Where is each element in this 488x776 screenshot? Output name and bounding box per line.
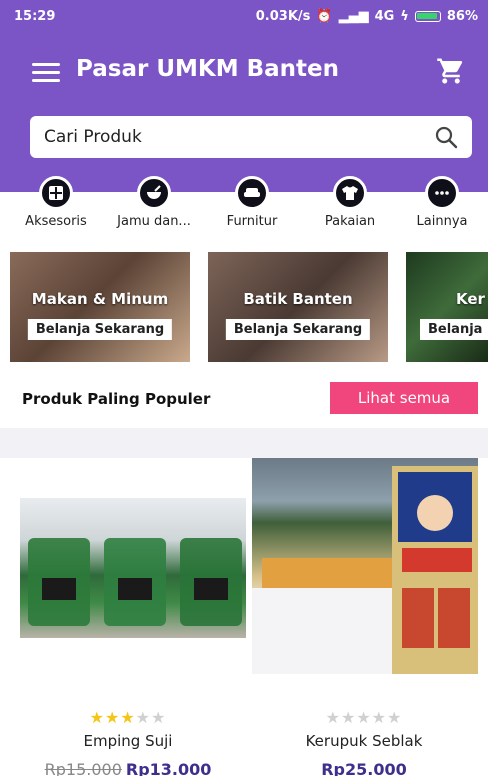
current-price: Rp25.000 bbox=[321, 760, 407, 776]
product-card[interactable]: ★★★★★ Kerupuk Seblak Rp25.000 bbox=[246, 458, 482, 776]
category-aksesoris[interactable]: Aksesoris bbox=[8, 176, 104, 229]
app-bar: Pasar UMKM Banten bbox=[0, 34, 488, 110]
banner-title: Makan & Minum bbox=[31, 290, 169, 308]
rating-stars: ★★★★★ bbox=[325, 708, 403, 727]
search-area bbox=[0, 110, 488, 168]
rating-stars: ★★★★★ bbox=[89, 708, 167, 727]
banner-makan-minum[interactable]: Makan & Minum Belanja Sekarang bbox=[10, 252, 190, 362]
alarm-icon: ⏰ bbox=[316, 9, 333, 24]
sofa-icon bbox=[235, 176, 269, 210]
network-speed: 0.03K/s bbox=[255, 9, 311, 24]
search-box bbox=[30, 116, 472, 158]
category-label: Pakaian bbox=[324, 214, 376, 229]
banner-shop-button[interactable]: Belanja Sekarang bbox=[225, 319, 371, 340]
menu-icon[interactable] bbox=[32, 63, 60, 83]
category-label: Aksesoris bbox=[25, 214, 87, 229]
app-title: Pasar UMKM Banten bbox=[76, 56, 339, 82]
banner-batik-banten[interactable]: Batik Banten Belanja Sekarang bbox=[208, 252, 388, 362]
product-card[interactable]: ★★★★★ Emping Suji Rp15.000 Rp13.000 bbox=[10, 458, 246, 776]
bowl-icon bbox=[137, 176, 171, 210]
section-divider bbox=[0, 428, 488, 458]
more-icon bbox=[425, 176, 459, 210]
product-price: Rp15.000 Rp13.000 bbox=[10, 760, 246, 776]
network-type: 4G bbox=[374, 9, 395, 24]
product-name: Kerupuk Seblak bbox=[305, 732, 423, 750]
banner-title: Batik Banten bbox=[243, 290, 353, 308]
promo-banners: Makan & Minum Belanja Sekarang Batik Ban… bbox=[0, 252, 488, 362]
banner-partial[interactable]: Ker Belanja bbox=[406, 252, 488, 362]
search-input[interactable] bbox=[44, 116, 414, 158]
shirt-icon bbox=[333, 176, 367, 210]
category-label: Lainnya bbox=[416, 214, 468, 229]
status-time: 15:29 bbox=[14, 9, 56, 24]
banner-shop-button[interactable]: Belanja Sekarang bbox=[27, 319, 173, 340]
category-lainnya[interactable]: Lainnya bbox=[394, 176, 488, 229]
category-jamu[interactable]: Jamu dan... bbox=[106, 176, 202, 229]
grid-icon bbox=[39, 176, 73, 210]
see-all-button[interactable]: Lihat semua bbox=[330, 382, 478, 414]
signal-icon: ▂▄▆ bbox=[338, 9, 369, 24]
category-pakaian[interactable]: Pakaian bbox=[302, 176, 398, 229]
status-bar: 15:29 0.03K/s ⏰ ▂▄▆ 4G ϟ 86% bbox=[0, 0, 488, 34]
popular-section-header: Produk Paling Populer Lihat semua bbox=[0, 370, 488, 428]
category-label: Jamu dan... bbox=[117, 214, 191, 229]
category-row: Aksesoris Jamu dan... Furnitur Pakaian L… bbox=[0, 176, 488, 238]
product-image bbox=[252, 458, 478, 674]
section-title: Produk Paling Populer bbox=[22, 390, 211, 408]
battery-level: 86% bbox=[446, 9, 478, 24]
status-indicators: 0.03K/s ⏰ ▂▄▆ 4G ϟ 86% bbox=[256, 9, 478, 24]
banner-shop-button[interactable]: Belanja bbox=[420, 319, 488, 340]
category-furnitur[interactable]: Furnitur bbox=[204, 176, 300, 229]
cart-icon[interactable] bbox=[434, 56, 468, 86]
banner-title: Ker bbox=[456, 290, 485, 308]
current-price: Rp13.000 bbox=[125, 760, 212, 776]
battery-icon bbox=[414, 11, 441, 22]
product-image bbox=[20, 498, 246, 638]
search-icon[interactable] bbox=[434, 125, 458, 149]
product-price: Rp25.000 bbox=[246, 760, 482, 776]
category-label: Furnitur bbox=[226, 214, 278, 229]
product-grid: ★★★★★ Emping Suji Rp15.000 Rp13.000 ★★★★★… bbox=[10, 458, 488, 776]
old-price: Rp15.000 bbox=[44, 760, 122, 776]
product-name: Emping Suji bbox=[83, 732, 173, 750]
charging-icon: ϟ bbox=[400, 9, 409, 24]
